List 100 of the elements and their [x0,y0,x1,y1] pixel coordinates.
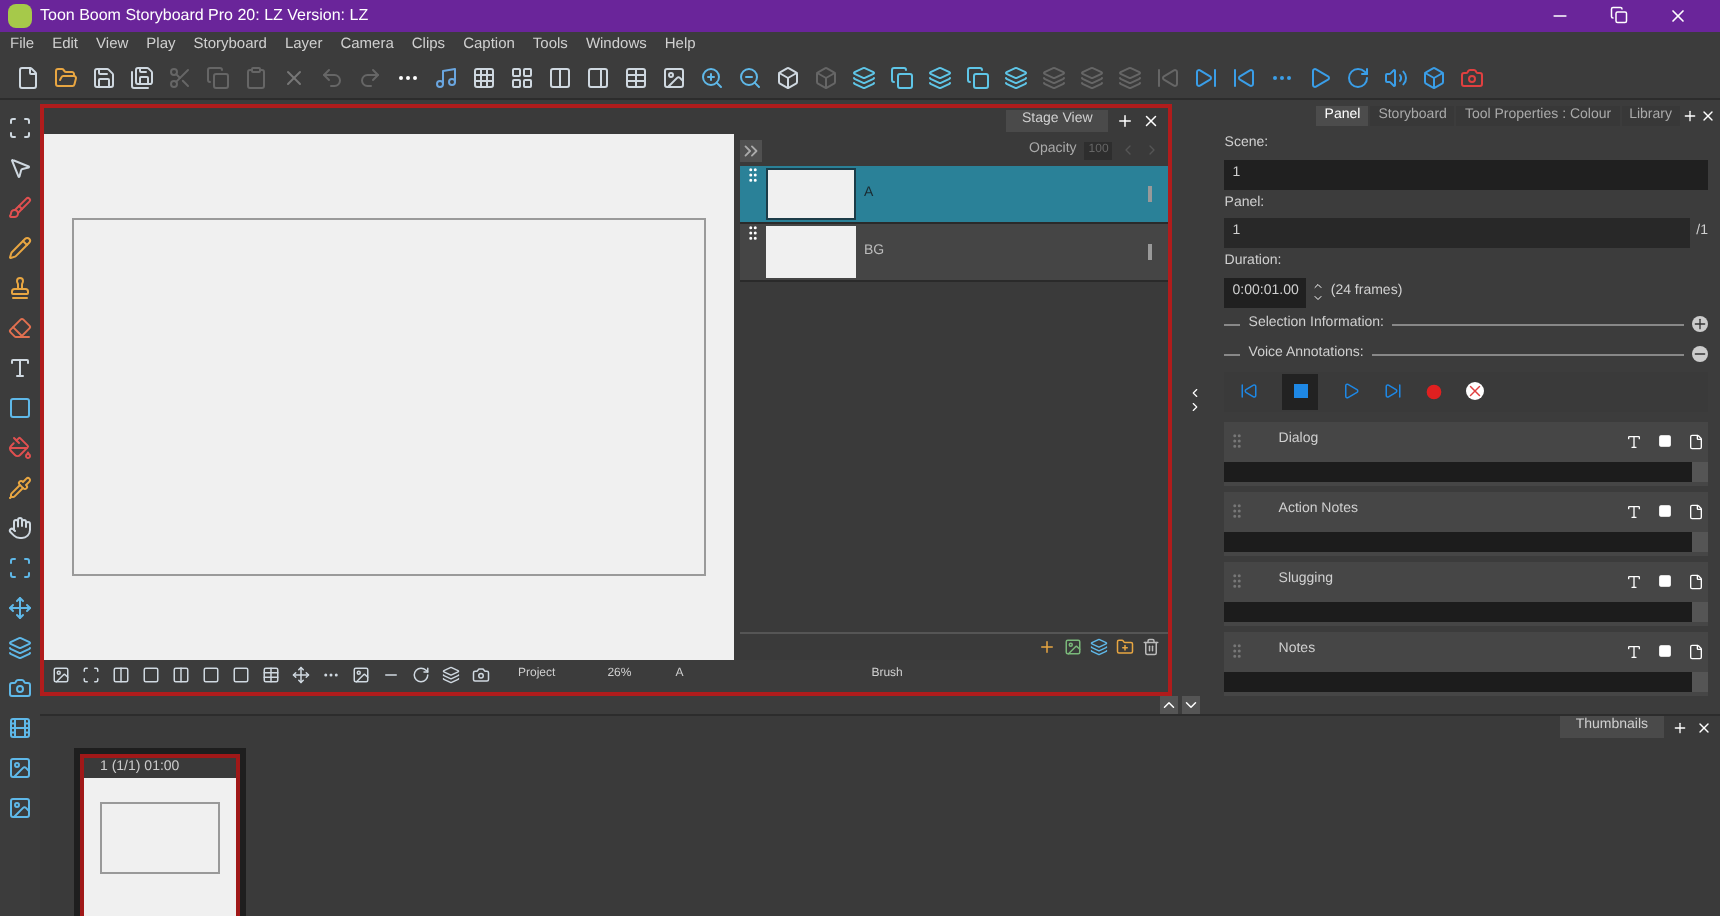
document-icon[interactable] [1688,433,1704,449]
copy-icon[interactable] [890,65,914,89]
layout-icon[interactable] [510,65,534,89]
document-icon[interactable] [1688,573,1704,589]
caption-field[interactable] [1224,601,1692,621]
select-icon[interactable] [8,116,32,140]
sound-icon[interactable] [1384,65,1408,89]
layers-icon[interactable] [928,65,952,89]
image-icon[interactable] [52,666,70,684]
document-icon[interactable] [1688,643,1704,659]
copy-icon[interactable] [966,65,990,89]
text-icon[interactable] [8,356,32,380]
add-layer-icon[interactable] [1038,637,1057,655]
brush-icon[interactable] [8,196,32,220]
caption-field[interactable] [1224,531,1692,551]
rewind-icon[interactable] [1240,382,1259,400]
image-icon[interactable] [8,756,32,780]
text-icon[interactable] [1626,503,1642,519]
save-all-icon[interactable] [130,65,154,89]
eraser-icon[interactable] [8,316,32,340]
columns-icon[interactable] [548,65,572,89]
pointer-icon[interactable] [8,156,32,180]
grip-icon[interactable] [744,166,762,184]
move-icon[interactable] [8,596,32,620]
close-icon[interactable] [1668,6,1688,26]
grip-icon[interactable] [744,224,762,242]
stamp-icon[interactable] [8,276,32,300]
up-icon[interactable] [1160,695,1178,713]
folder-icon[interactable] [1116,637,1135,655]
trash-icon[interactable] [1142,637,1161,655]
layer-thumbnail [766,168,856,220]
expand-icon[interactable] [1188,399,1203,414]
add-icon[interactable] [1116,112,1135,130]
pipette-icon[interactable] [8,476,32,500]
collapse-icon[interactable] [1692,346,1708,362]
expand-icon[interactable] [740,139,762,161]
grip-icon[interactable] [1228,432,1247,450]
add-icon[interactable] [1682,108,1698,124]
layers-icon[interactable] [852,65,876,89]
layers-icon[interactable] [1090,637,1109,655]
table-icon[interactable] [624,65,648,89]
save-icon[interactable] [92,65,116,89]
rotate-icon[interactable] [412,666,430,684]
loop-icon[interactable] [1346,65,1370,89]
stop-button[interactable] [1282,373,1319,409]
image-icon[interactable] [1064,637,1083,655]
play-icon[interactable] [1342,382,1361,400]
layers-icon[interactable] [8,636,32,660]
columns-icon[interactable] [112,666,130,684]
close-icon[interactable] [1696,719,1712,735]
document-icon[interactable] [1688,503,1704,519]
caption-field[interactable] [1224,461,1692,481]
play-icon[interactable] [1308,65,1332,89]
table-icon[interactable] [262,666,280,684]
close-icon[interactable] [1700,108,1716,124]
rectangle-icon[interactable] [142,666,160,684]
frame-icon[interactable] [82,666,100,684]
spinner-icon[interactable] [1312,280,1325,304]
pencil-icon[interactable] [8,236,32,260]
music-icon[interactable] [434,65,458,89]
rectangle-icon[interactable] [8,396,32,420]
caption-field[interactable] [1224,671,1692,691]
grid-icon[interactable] [472,65,496,89]
film-icon[interactable] [8,716,32,740]
text-icon[interactable] [1626,573,1642,589]
image-icon[interactable] [662,65,686,89]
image-icon[interactable] [352,666,370,684]
columns-icon[interactable] [172,666,190,684]
move-icon[interactable] [292,666,310,684]
clear-icon[interactable] [1466,382,1485,400]
camera-icon[interactable] [8,676,32,700]
grip-icon[interactable] [1228,572,1247,590]
text-icon[interactable] [1626,433,1642,449]
transform-icon[interactable] [8,556,32,580]
zoom-in-icon[interactable] [700,65,724,89]
clipboard-icon[interactable] [244,65,268,89]
panel-icon[interactable] [586,65,610,89]
fast-forward-icon[interactable] [1384,382,1403,400]
expand-icon[interactable] [1692,316,1708,332]
restore-icon[interactable] [1610,6,1628,24]
down-icon[interactable] [1182,695,1200,713]
cube-icon[interactable] [1422,65,1446,89]
delete-icon[interactable] [282,65,306,89]
new-file-icon[interactable] [16,65,40,89]
grip-icon[interactable] [1228,642,1247,660]
text-icon[interactable] [1626,643,1642,659]
add-icon[interactable] [1672,719,1688,735]
skip-back-icon[interactable] [1232,65,1256,89]
collapse-icon[interactable] [1188,385,1203,400]
layers-icon[interactable] [1004,65,1028,89]
zoom-out-icon[interactable] [738,65,762,89]
pin-icon[interactable] [1148,244,1153,260]
skip-forward-icon[interactable] [1194,65,1218,89]
close-icon[interactable] [1142,112,1161,130]
image-icon[interactable] [8,796,32,820]
folder-icon[interactable] [54,65,78,89]
grip-icon[interactable] [1228,502,1247,520]
paint-bucket-icon[interactable] [8,436,32,460]
hand-icon[interactable] [8,516,32,540]
layers-icon[interactable] [442,666,460,684]
